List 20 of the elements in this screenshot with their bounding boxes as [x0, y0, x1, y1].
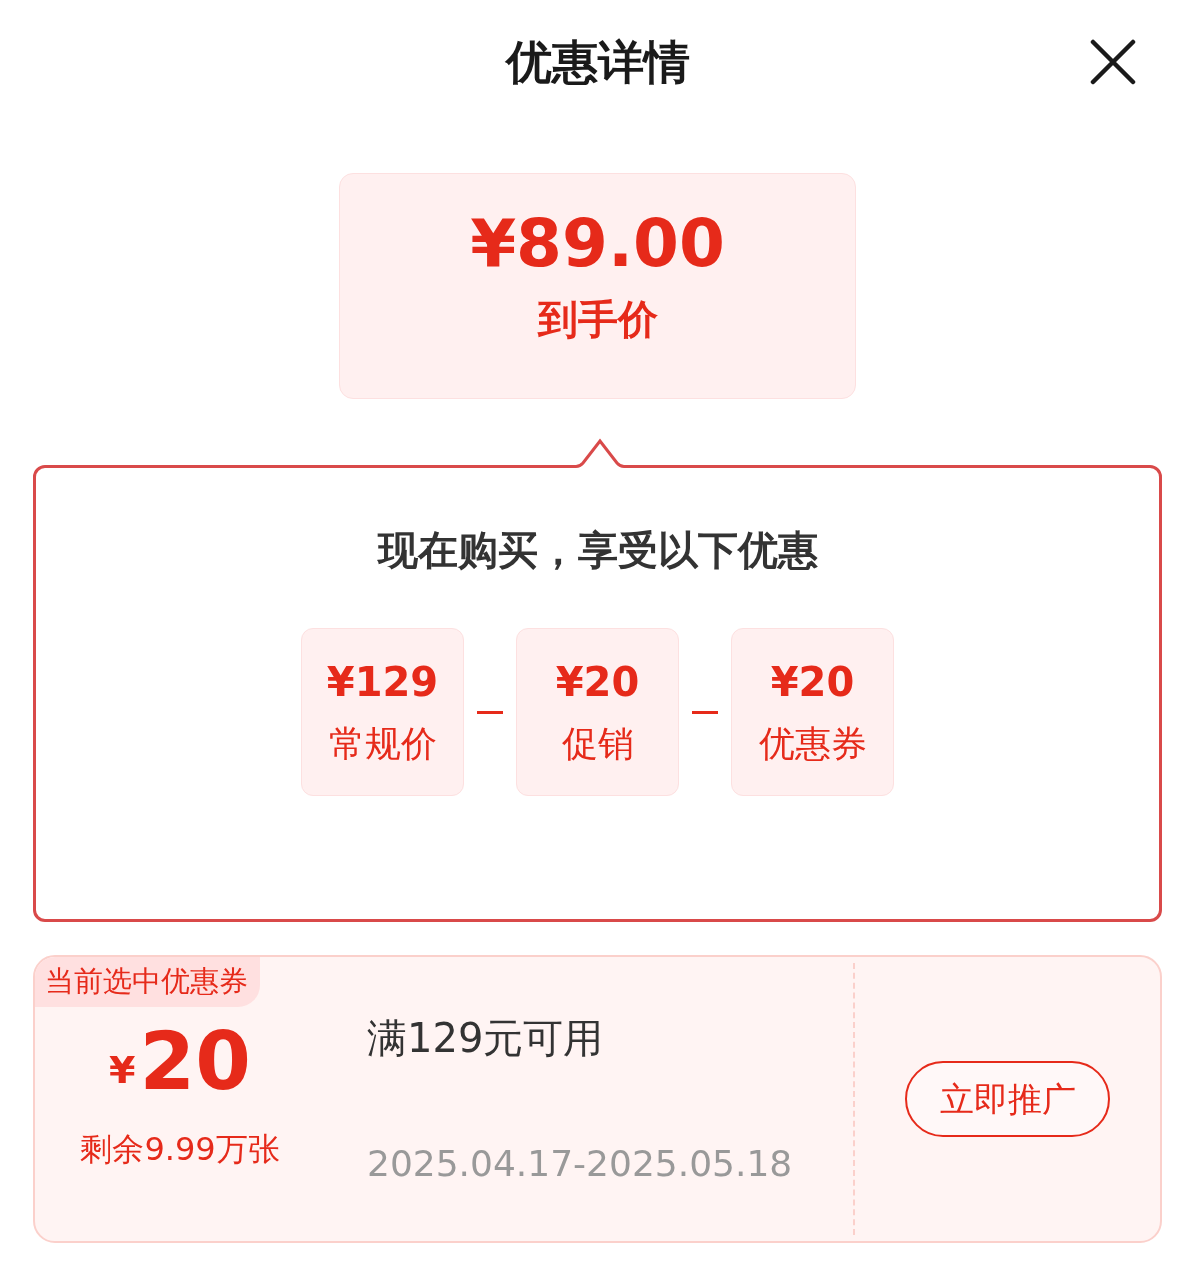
final-price: ¥89.00 [470, 204, 725, 284]
usage-condition: 满129元可用 [367, 1014, 605, 1063]
discount-label: 促销 [561, 722, 634, 766]
discount-heading: 现在购买，享受以下优惠 [377, 526, 818, 575]
discount-amount: ¥20 [555, 658, 640, 707]
dialog-title: 优惠详情 [505, 34, 690, 91]
coupon-tag: 当前选中优惠券 [35, 957, 260, 1007]
minus-icon [477, 710, 503, 714]
minus-icon [692, 710, 718, 714]
validity-period: 2025.04.17-2025.05.18 [367, 1142, 794, 1186]
close-icon [1090, 39, 1136, 85]
coupon-amount: 20 [139, 1019, 251, 1105]
discount-label: 常规价 [328, 722, 437, 766]
discount-label: 优惠券 [758, 722, 867, 766]
currency-symbol: ¥ [109, 1047, 136, 1094]
promote-button[interactable]: 立即推广 [905, 1061, 1110, 1137]
discount-amount: ¥129 [326, 658, 439, 707]
remaining-count: 剩余9.99万张 [80, 1129, 280, 1170]
discount-amount: ¥20 [770, 658, 855, 707]
final-price-label: 到手价 [537, 295, 658, 344]
